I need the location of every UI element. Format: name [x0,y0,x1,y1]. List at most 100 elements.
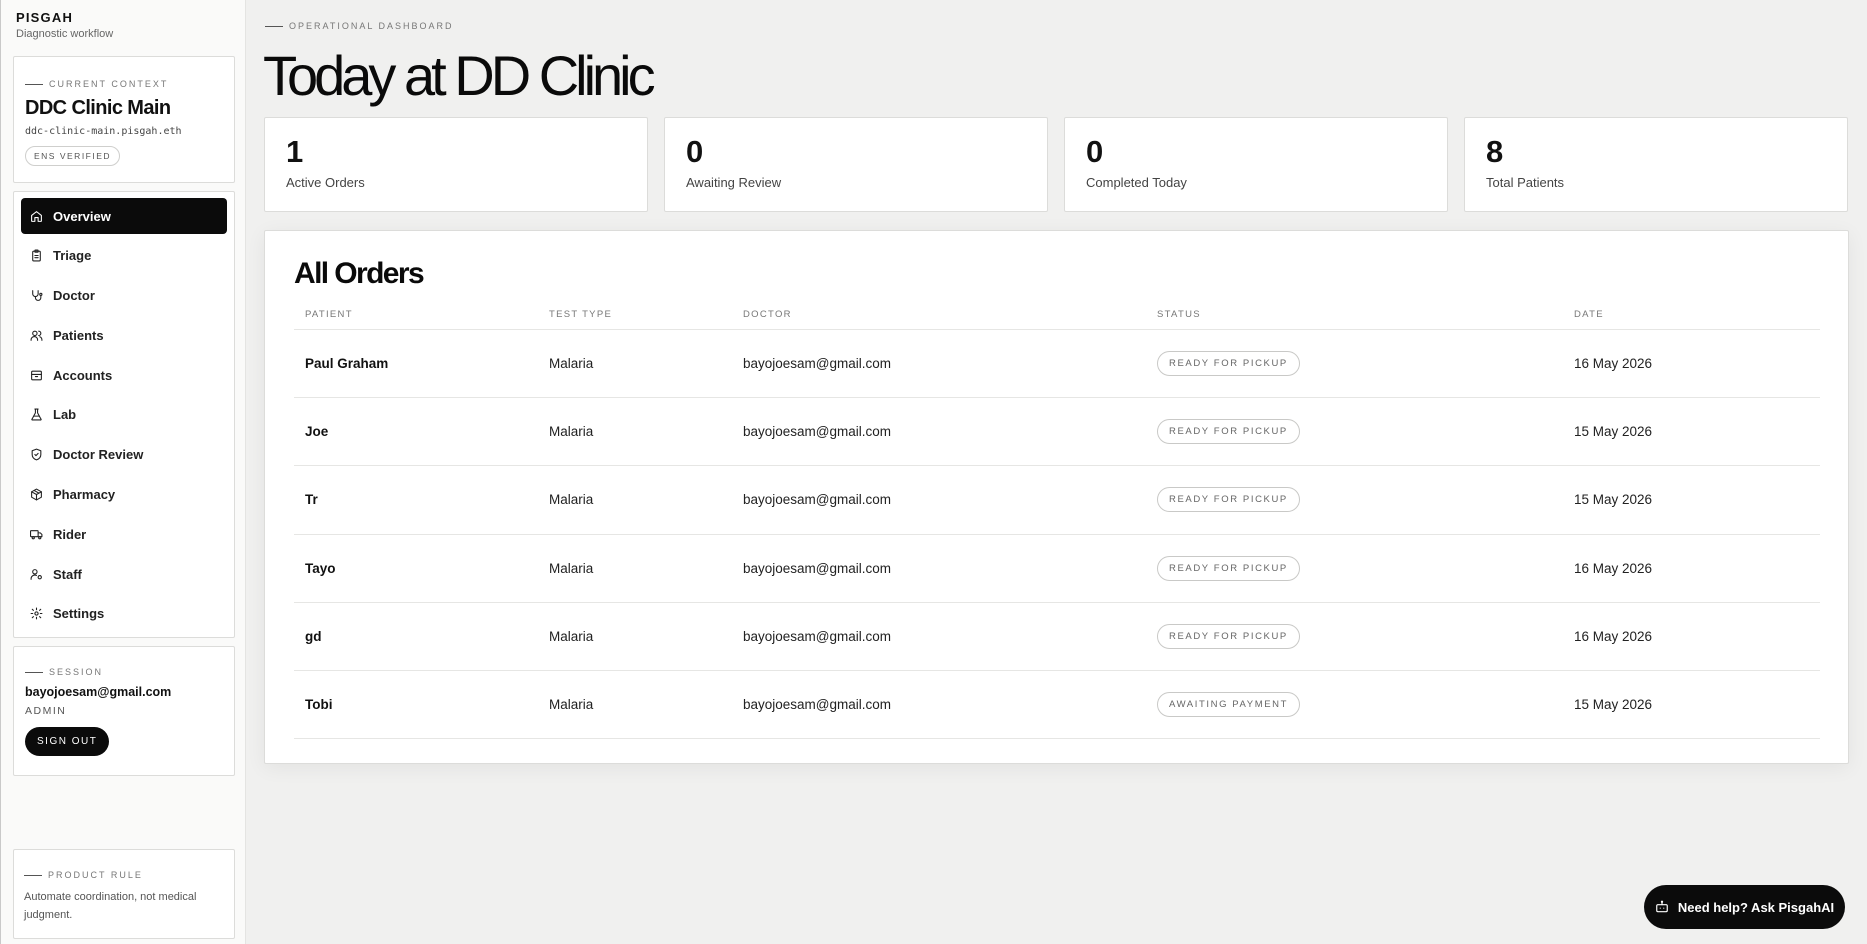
user-cog-icon [30,568,42,580]
main-content: OPERATIONAL DASHBOARD Today at DD Clinic… [246,0,1867,944]
sidebar-item-patients[interactable]: Patients [21,317,227,353]
sidebar-item-label: Rider [53,526,87,542]
dashboard-kicker: OPERATIONAL DASHBOARD [265,21,454,31]
home-icon [31,210,42,222]
sidebar-item-label: Lab [53,407,77,423]
cell-doctor: bayojoesam@gmail.com [743,560,892,576]
cell-test-type: Malaria [549,424,594,440]
table-header: PATIENT TEST TYPE DOCTOR STATUS DATE [294,299,1820,330]
cell-patient: Joe [305,424,329,440]
sidebar-item-pharmacy[interactable]: Pharmacy [21,477,227,513]
cell-test-type: Malaria [549,492,594,508]
sidebar-nav: Overview Triage Doctor Patients Accounts… [13,191,235,638]
context-title: DDC Clinic Main [25,97,171,119]
sidebar-item-doctor-review[interactable]: Doctor Review [21,437,227,473]
sidebar-item-accounts[interactable]: Accounts [21,357,227,393]
stat-value: 1 [286,134,304,169]
column-header-status: STATUS [1157,308,1201,320]
status-badge: READY FOR PICKUP [1157,623,1300,649]
sidebar-item-label: Triage [53,248,92,264]
table-row[interactable]: gd Malaria bayojoesam@gmail.com READY FO… [294,603,1820,671]
cell-patient: Tayo [305,560,336,576]
sidebar-item-doctor[interactable]: Doctor [21,278,227,314]
stat-card-completed-today: 0 Completed Today [1064,117,1448,212]
cell-doctor: bayojoesam@gmail.com [743,492,892,508]
cell-status: AWAITING PAYMENT [1157,692,1574,718]
sidebar-item-triage[interactable]: Triage [21,238,227,274]
session-role: ADMIN [25,705,67,717]
cell-patient: Tobi [305,697,333,713]
help-label: Need help? Ask PisgahAI [1677,899,1835,915]
cell-date: 15 May 2026 [1574,424,1653,440]
sidebar-item-label: Accounts [53,367,113,383]
cell-date: 15 May 2026 [1574,492,1653,508]
sign-out-button[interactable]: SIGN OUT [25,727,110,756]
column-header-date: DATE [1574,308,1604,320]
cell-patient: Tr [305,492,318,508]
cell-status: READY FOR PICKUP [1157,555,1574,581]
table-row[interactable]: Tobi Malaria bayojoesam@gmail.com AWAITI… [294,671,1820,740]
stat-value: 0 [686,134,704,169]
cell-date: 15 May 2026 [1574,697,1653,713]
table-row[interactable]: Paul Graham Malaria bayojoesam@gmail.com… [294,330,1820,399]
cell-test-type: Malaria [549,697,594,713]
cell-test-type: Malaria [549,628,594,644]
sidebar-item-staff[interactable]: Staff [21,556,227,592]
status-badge: READY FOR PICKUP [1157,555,1300,581]
stat-value: 0 [1086,134,1104,169]
sidebar-item-label: Overview [53,208,111,224]
cell-doctor: bayojoesam@gmail.com [743,697,892,713]
cell-date: 16 May 2026 [1574,560,1653,576]
status-badge: READY FOR PICKUP [1157,487,1300,513]
cell-date: 16 May 2026 [1574,356,1653,372]
status-badge: READY FOR PICKUP [1157,351,1300,377]
sidebar-item-label: Doctor [53,288,95,304]
package-icon [31,488,42,501]
brand-subtitle: Diagnostic workflow [16,28,114,40]
current-context-panel: CURRENT CONTEXT DDC Clinic Main ddc-clin… [13,56,235,183]
brand-name: PISGAH [16,10,74,25]
truck-icon [30,530,43,540]
orders-title: All Orders [294,257,425,290]
stat-card-awaiting-review: 0 Awaiting Review [664,117,1048,212]
stat-card-active-orders: 1 Active Orders [264,117,648,212]
cell-doctor: bayojoesam@gmail.com [743,356,892,372]
sidebar-item-settings[interactable]: Settings [21,596,227,632]
cell-status: READY FOR PICKUP [1157,351,1574,377]
session-kicker: SESSION [25,667,223,677]
sidebar-item-label: Doctor Review [53,447,144,463]
ask-pisgahai-button[interactable]: Need help? Ask PisgahAI [1644,885,1845,929]
table-row[interactable]: Tr Malaria bayojoesam@gmail.com READY FO… [294,466,1820,535]
table-row[interactable]: Joe Malaria bayojoesam@gmail.com READY F… [294,398,1820,467]
session-panel: SESSION bayojoesam@gmail.com ADMIN SIGN … [13,646,235,776]
cell-status: READY FOR PICKUP [1157,623,1574,649]
shield-check-icon [31,448,42,461]
gear-icon [30,608,43,620]
sidebar-item-label: Pharmacy [53,487,116,503]
clipboard-icon [32,249,41,262]
bot-icon [1656,900,1668,913]
brand: PISGAH Diagnostic workflow [16,10,113,40]
archive-icon [31,370,42,381]
cell-doctor: bayojoesam@gmail.com [743,628,892,644]
stat-label: Active Orders [286,175,365,190]
context-domain: ddc-clinic-main.pisgah.eth [25,126,182,137]
sidebar-item-rider[interactable]: Rider [21,516,227,552]
sidebar-item-label: Staff [53,566,82,582]
sidebar-item-overview[interactable]: Overview [21,198,227,234]
status-badge: READY FOR PICKUP [1157,419,1300,445]
sidebar: PISGAH Diagnostic workflow CURRENT CONTE… [0,0,246,944]
users-icon [30,330,43,341]
product-rule-panel: PRODUCT RULE Automate coordination, not … [13,849,235,939]
cell-status: READY FOR PICKUP [1157,419,1574,445]
product-rule-kicker: PRODUCT RULE [24,870,224,880]
context-kicker: CURRENT CONTEXT [25,79,223,89]
sidebar-item-label: Settings [53,606,105,622]
stat-label: Awaiting Review [686,175,782,190]
sidebar-item-lab[interactable]: Lab [21,397,227,433]
stat-label: Total Patients [1486,175,1565,190]
stat-value: 8 [1486,134,1504,169]
cell-patient: gd [305,628,322,644]
table-row[interactable]: Tayo Malaria bayojoesam@gmail.com READY … [294,535,1820,603]
stat-label: Completed Today [1086,175,1187,190]
